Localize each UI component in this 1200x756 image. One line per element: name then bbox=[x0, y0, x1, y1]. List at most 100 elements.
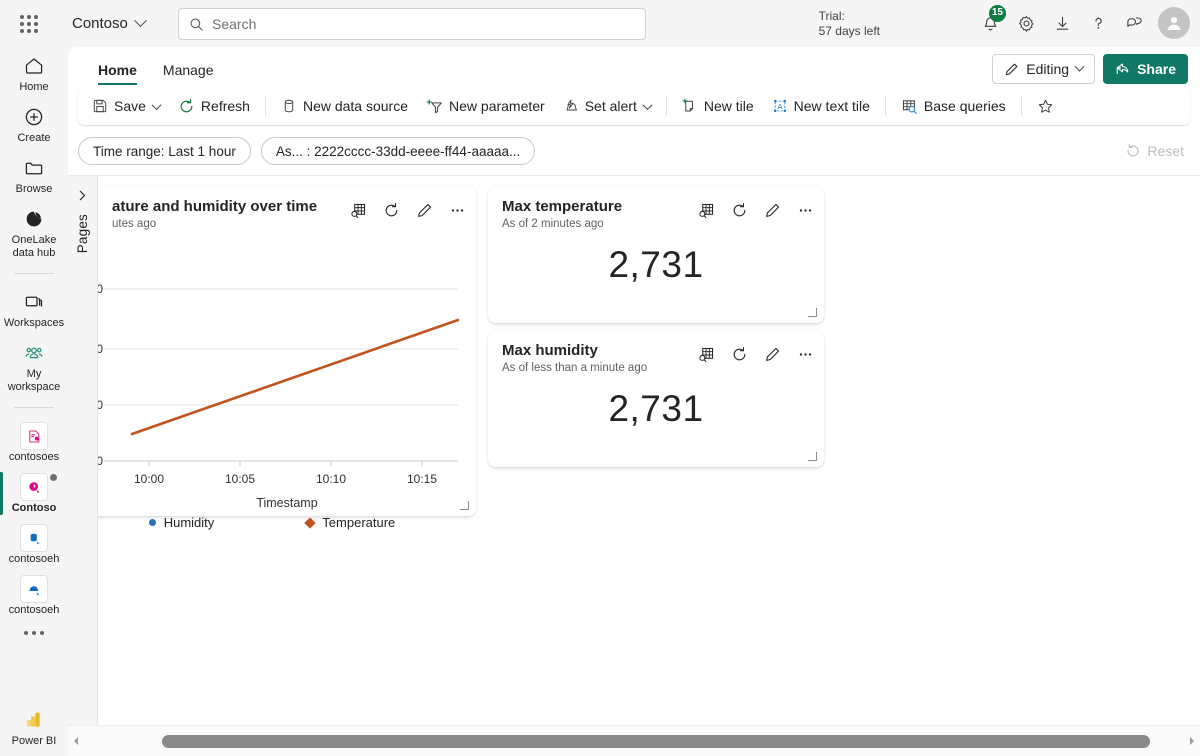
search-placeholder: Search bbox=[212, 16, 257, 32]
refresh-icon[interactable] bbox=[383, 202, 400, 219]
editing-mode-button[interactable]: Editing bbox=[992, 54, 1096, 84]
sidebar-item-contosoeh-eventhouse[interactable]: contosoeh bbox=[0, 519, 68, 570]
sidebar-label-power-bi: Power BI bbox=[11, 735, 57, 747]
dashboard-canvas: Pages ature and humidity over time utes … bbox=[68, 175, 1200, 756]
sidebar-item-contosoes[interactable]: contosoes bbox=[0, 417, 68, 468]
edit-pencil-icon[interactable] bbox=[764, 202, 781, 219]
power-bi-icon bbox=[23, 707, 45, 733]
reset-icon bbox=[1127, 144, 1139, 157]
sidebar-item-contosoeh-kql[interactable]: contosoeh bbox=[0, 570, 68, 621]
new-data-source-label: New data source bbox=[302, 98, 409, 114]
download-icon[interactable] bbox=[1046, 7, 1078, 39]
chart-tile-resize-handle[interactable] bbox=[460, 501, 470, 511]
asset-parameter-pill[interactable]: As... : 2222cccc-33dd-eeee-ff44-aaaaa... bbox=[260, 137, 536, 165]
refresh-icon[interactable] bbox=[731, 202, 748, 219]
share-button[interactable]: Share bbox=[1103, 54, 1188, 84]
sidebar-item-workspaces[interactable]: Workspaces bbox=[0, 283, 68, 334]
chevron-right-icon[interactable] bbox=[72, 184, 94, 206]
sidebar-more-options-icon[interactable] bbox=[0, 621, 68, 645]
legend-item-temperature[interactable]: Temperature bbox=[304, 515, 396, 530]
legend-label-temperature: Temperature bbox=[322, 515, 396, 530]
scroll-right-arrow[interactable] bbox=[1184, 736, 1200, 746]
tab-home[interactable]: Home bbox=[88, 56, 147, 85]
favorite-button[interactable] bbox=[1029, 91, 1068, 121]
realtime-dashboard-icon bbox=[20, 473, 48, 501]
gear-icon[interactable] bbox=[1010, 7, 1042, 39]
tiles-board: ature and humidity over time utes ago 10… bbox=[98, 176, 1200, 725]
max-temperature-resize-handle[interactable] bbox=[808, 308, 818, 318]
filter-bar: Time range: Last 1 hour As... : 2222cccc… bbox=[78, 133, 1190, 169]
more-options-icon[interactable] bbox=[449, 202, 466, 219]
plus-circle-icon bbox=[23, 104, 45, 130]
edit-pencil-icon[interactable] bbox=[764, 346, 781, 363]
sidebar-label-contoso: Contoso bbox=[11, 502, 57, 514]
chart-tile[interactable]: ature and humidity over time utes ago 10… bbox=[98, 186, 476, 530]
power-bi-footer[interactable]: Power BI bbox=[0, 701, 68, 752]
max-humidity-tile[interactable]: Max humidity As of less than a minute ag… bbox=[488, 330, 824, 467]
svg-text:A: A bbox=[777, 102, 783, 111]
command-ribbon: Save Refresh New data source New paramet… bbox=[78, 87, 1190, 125]
sidebar-item-create[interactable]: Create bbox=[0, 98, 68, 149]
y-tick-3: 00 bbox=[98, 454, 103, 468]
new-data-source-button[interactable]: New data source bbox=[273, 91, 416, 121]
new-parameter-label: New parameter bbox=[449, 98, 545, 114]
notification-bell-icon[interactable]: 15 bbox=[974, 5, 1006, 39]
edit-pencil-icon[interactable] bbox=[416, 202, 433, 219]
explore-data-icon[interactable] bbox=[698, 202, 715, 219]
ribbon-divider-2 bbox=[665, 96, 667, 116]
tenant-label: Contoso bbox=[72, 15, 128, 32]
time-range-label: Time range: Last 1 hour bbox=[93, 143, 236, 159]
sidebar-label-my-workspace: My workspace bbox=[7, 368, 61, 393]
workspaces-icon bbox=[23, 289, 45, 315]
sidebar-label-home: Home bbox=[19, 81, 49, 93]
base-queries-label: Base queries bbox=[923, 98, 1006, 114]
max-temperature-subtitle: As of 2 minutes ago bbox=[502, 218, 604, 230]
reset-button[interactable]: Reset bbox=[1125, 143, 1184, 159]
sidebar-item-power-bi[interactable]: Power BI bbox=[0, 701, 68, 752]
sidebar-item-onelake-data-hub[interactable]: OneLake data hub bbox=[0, 200, 68, 264]
trial-line-1: Trial: bbox=[818, 9, 845, 23]
feedback-icon[interactable] bbox=[1118, 7, 1150, 39]
max-temperature-tile[interactable]: Max temperature As of 2 minutes ago 2,73… bbox=[488, 186, 824, 323]
presence-dot-icon bbox=[50, 474, 57, 481]
kql-database-icon bbox=[20, 575, 48, 603]
sidebar-item-browse[interactable]: Browse bbox=[0, 149, 68, 200]
app-launcher-icon[interactable] bbox=[12, 7, 46, 41]
account-avatar[interactable] bbox=[1158, 7, 1190, 39]
scrollbar-track[interactable] bbox=[84, 726, 1184, 756]
scrollbar-thumb[interactable] bbox=[162, 734, 1150, 748]
tenant-switcher[interactable]: Contoso bbox=[66, 11, 151, 36]
sidebar-item-home[interactable]: Home bbox=[0, 47, 68, 98]
line-chart[interactable]: 00 00 00 00 10:00 10:05 10:10 10:15 Time… bbox=[98, 232, 476, 530]
search-icon bbox=[190, 18, 203, 31]
set-alert-button[interactable]: Set alert bbox=[555, 91, 659, 121]
new-text-tile-button[interactable]: A New text tile bbox=[764, 91, 878, 121]
base-queries-button[interactable]: Base queries bbox=[893, 91, 1014, 121]
trial-line-2: 57 days left bbox=[818, 24, 880, 38]
search-input[interactable]: Search bbox=[178, 8, 646, 40]
more-options-icon[interactable] bbox=[797, 202, 814, 219]
scroll-left-arrow[interactable] bbox=[68, 736, 84, 746]
base-queries-icon bbox=[902, 99, 917, 114]
explore-data-icon[interactable] bbox=[350, 202, 367, 219]
refresh-icon bbox=[180, 98, 193, 112]
pages-panel-collapsed[interactable]: Pages bbox=[68, 176, 98, 725]
horizontal-scrollbar[interactable] bbox=[68, 725, 1200, 756]
time-range-pill[interactable]: Time range: Last 1 hour bbox=[78, 137, 251, 165]
refresh-button[interactable]: Refresh bbox=[170, 91, 258, 121]
top-bar: Contoso Search Trial: 57 days left 15 bbox=[0, 0, 1200, 47]
sidebar-item-contoso[interactable]: Contoso bbox=[0, 468, 68, 519]
max-humidity-resize-handle[interactable] bbox=[808, 452, 818, 462]
legend-item-humidity[interactable]: Humidity bbox=[148, 515, 214, 530]
help-icon[interactable] bbox=[1082, 7, 1114, 39]
ribbon-divider-4 bbox=[1020, 96, 1022, 116]
sidebar-item-my-workspace[interactable]: My workspace bbox=[0, 334, 68, 398]
save-button[interactable]: Save bbox=[84, 91, 168, 121]
explore-data-icon[interactable] bbox=[698, 346, 715, 363]
more-options-icon[interactable] bbox=[797, 346, 814, 363]
new-parameter-button[interactable]: New parameter bbox=[418, 91, 553, 121]
tab-manage[interactable]: Manage bbox=[153, 56, 224, 85]
refresh-icon[interactable] bbox=[731, 346, 748, 363]
new-tile-button[interactable]: New tile bbox=[674, 91, 762, 121]
new-tile-label: New tile bbox=[703, 98, 754, 114]
